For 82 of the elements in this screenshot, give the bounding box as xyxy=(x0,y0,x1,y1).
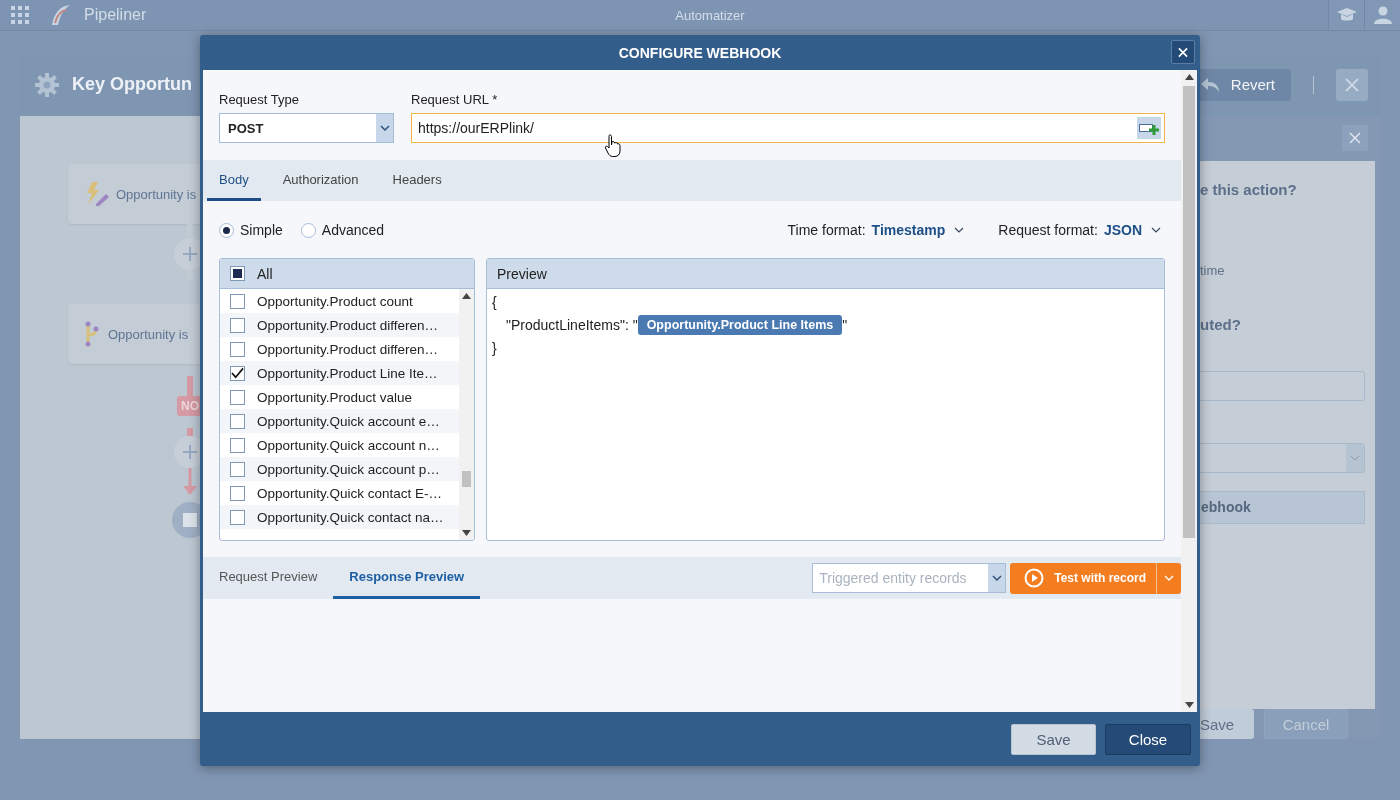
field-name: Opportunity.Product Line Ite… xyxy=(257,365,438,381)
scrollbar-thumb[interactable] xyxy=(462,471,471,487)
record-picker[interactable]: Triggered entity records xyxy=(812,563,1007,593)
scrollbar[interactable] xyxy=(1181,70,1197,712)
radio-label: Advanced xyxy=(321,222,385,238)
code-text: "ProductLineItems": " xyxy=(506,317,638,333)
insert-field-button[interactable] xyxy=(1137,117,1161,139)
url-input[interactable]: https://ourERPlink/ xyxy=(412,119,1137,137)
app-title: Automatizer xyxy=(674,7,746,23)
chevron-down-icon xyxy=(1350,454,1360,461)
dialog-title: CONFIGURE WEBHOOK xyxy=(618,44,782,61)
chevron-down-icon xyxy=(379,125,390,131)
chevron-down-icon xyxy=(1164,575,1174,581)
user-icon xyxy=(1373,6,1392,24)
field-label: Request URL * xyxy=(411,92,499,107)
code-text: { xyxy=(492,294,498,310)
down-arrow-icon xyxy=(182,468,198,496)
option-label: time xyxy=(1199,262,1226,278)
close-icon xyxy=(1349,132,1361,145)
field-row[interactable]: Opportunity.Quick contact na… xyxy=(220,505,459,529)
field-plus-icon xyxy=(1139,121,1159,135)
field-label: Request Type xyxy=(219,92,300,107)
chevron-down-icon xyxy=(991,575,1002,581)
tab[interactable]: Body xyxy=(207,160,261,201)
field-name: Opportunity.Quick contact na… xyxy=(257,509,444,525)
scrollbar[interactable] xyxy=(459,289,474,540)
scrollbar-thumb[interactable] xyxy=(1183,86,1195,538)
close-button[interactable] xyxy=(1171,40,1195,64)
code-text: } xyxy=(492,340,498,356)
scroll-up-icon[interactable] xyxy=(1184,74,1194,80)
field-row[interactable]: Opportunity.Quick account e… xyxy=(220,409,459,433)
test-options-button[interactable] xyxy=(1156,562,1181,594)
apps-grid-icon[interactable] xyxy=(10,5,30,25)
plus-icon xyxy=(183,247,197,261)
preview-title: Preview xyxy=(497,265,547,282)
scroll-down-icon[interactable] xyxy=(462,530,471,536)
radio-option[interactable]: Advanced xyxy=(300,222,385,238)
url-field[interactable]: https://ourERPlink/ xyxy=(411,113,1165,143)
gear-icon xyxy=(34,71,60,98)
plus-icon xyxy=(183,445,197,459)
field-name: Opportunity.Quick account e… xyxy=(257,413,440,429)
field-row[interactable]: Opportunity.Quick account p… xyxy=(220,457,459,481)
question-text: e this action? xyxy=(1199,180,1298,198)
code-text: " xyxy=(842,317,848,333)
radio-label: Simple xyxy=(240,222,283,238)
pointer-cursor-icon xyxy=(604,134,622,158)
automation-title: Key Opportun xyxy=(72,74,192,95)
option-label: Time format: xyxy=(787,222,866,238)
request-format-dropdown[interactable]: JSON xyxy=(1103,222,1161,238)
tab[interactable]: Response Preview xyxy=(333,557,481,599)
chevron-down-icon xyxy=(954,227,965,233)
scroll-up-icon[interactable] xyxy=(462,293,471,299)
branch-label: NO xyxy=(177,396,203,416)
request-type-select[interactable]: POST xyxy=(219,113,394,143)
tab[interactable]: Headers xyxy=(380,160,454,201)
close-icon xyxy=(1345,77,1359,92)
graduation-cap-icon xyxy=(1336,7,1357,23)
tab[interactable]: Request Preview xyxy=(203,557,334,599)
lightning-pencil-icon xyxy=(84,181,110,207)
app-logo: Pipeliner xyxy=(84,6,147,24)
select-all-checkbox[interactable] xyxy=(230,266,245,281)
node-label: Opportunity is xyxy=(108,326,189,342)
field-name: Opportunity.Quick account p… xyxy=(257,461,440,477)
chevron-down-icon xyxy=(1151,227,1161,233)
select-all-label: All xyxy=(257,265,273,282)
time-format-dropdown[interactable]: Timestamp xyxy=(871,222,965,238)
field-row[interactable]: Opportunity.Product differen… xyxy=(220,313,459,337)
option-label: Request format: xyxy=(998,222,1098,238)
field-name: Opportunity.Quick account n… xyxy=(257,437,440,453)
field-name: Opportunity.Quick contact E-… xyxy=(257,485,443,501)
field-row[interactable]: Opportunity.Product Line Ite… xyxy=(220,361,459,385)
field-name: Opportunity.Product value xyxy=(257,389,413,405)
node-label: Opportunity is xyxy=(116,186,197,202)
field-token[interactable]: Opportunity.Product Line Items xyxy=(637,315,843,335)
close-button[interactable]: Close xyxy=(1105,723,1191,755)
question-text: uted? xyxy=(1199,315,1242,333)
close-icon xyxy=(1178,46,1188,58)
save-button[interactable]: Save xyxy=(1011,723,1096,755)
radio-option[interactable]: Simple xyxy=(219,222,283,238)
play-icon xyxy=(1024,568,1045,588)
checkmark-icon xyxy=(231,367,244,379)
stop-icon xyxy=(183,513,197,527)
